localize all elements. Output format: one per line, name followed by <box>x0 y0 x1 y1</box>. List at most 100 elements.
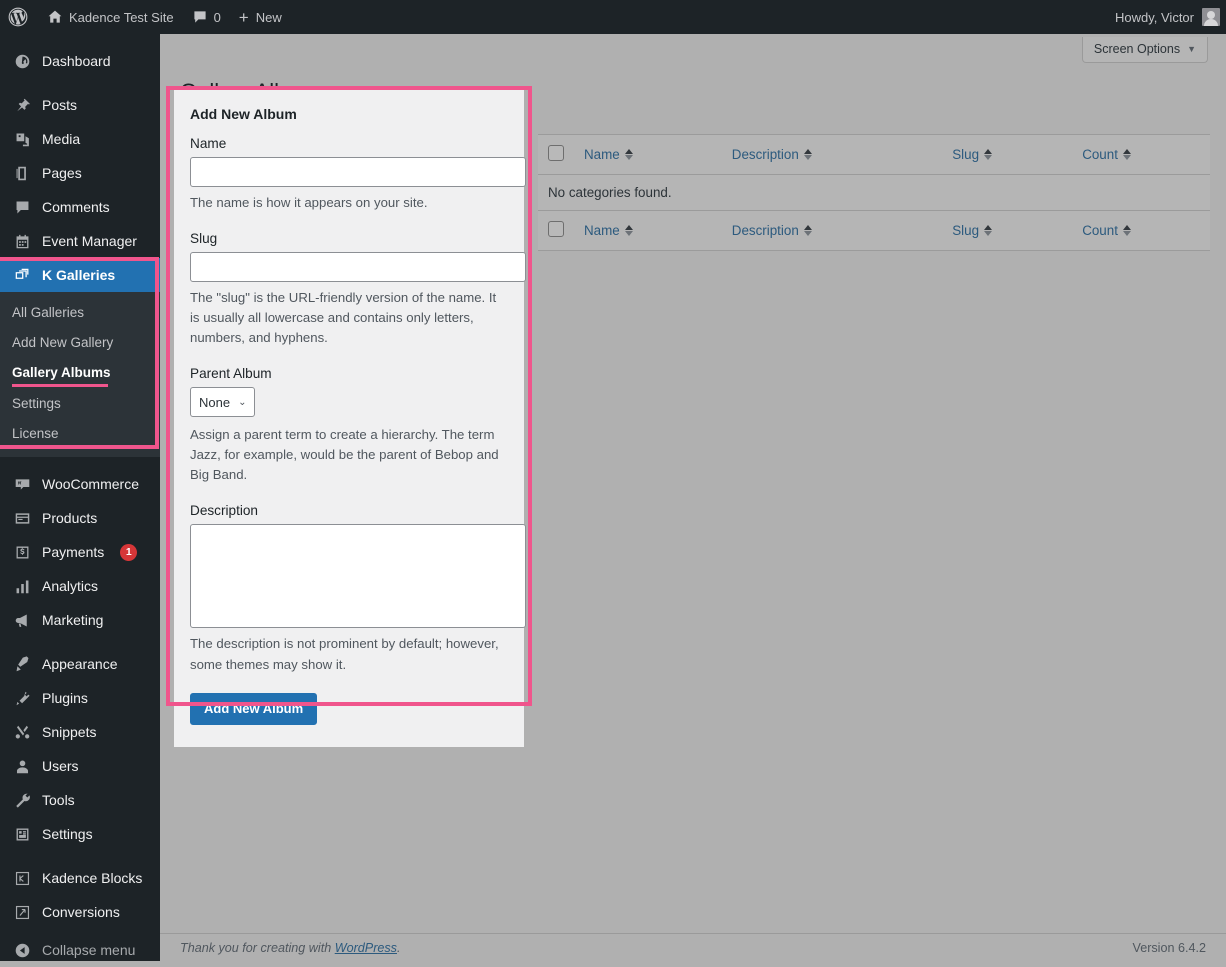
sidebar-item-kadence-blocks[interactable]: Kadence Blocks <box>0 861 160 895</box>
submenu-label: Settings <box>12 395 61 411</box>
avatar[interactable] <box>1202 8 1220 26</box>
submenu-item-add-new-gallery[interactable]: Add New Gallery <box>0 328 160 358</box>
description-textarea[interactable] <box>190 524 526 629</box>
column-footer-description[interactable]: Description <box>711 210 933 251</box>
sidebar-item-comments[interactable]: Comments <box>0 190 160 224</box>
payments-badge: 1 <box>120 543 138 561</box>
sidebar-item-marketing[interactable]: Marketing <box>0 603 160 637</box>
dashboard-icon <box>12 51 32 71</box>
sidebar-item-label: Marketing <box>42 612 104 629</box>
footer-thanks-prefix: Thank you for creating with <box>180 940 335 955</box>
column-footer-name-label[interactable]: Name <box>584 223 620 238</box>
select-all-header[interactable] <box>538 134 574 175</box>
column-footer-description-label[interactable]: Description <box>732 223 799 238</box>
menu-spacer-4 <box>0 851 160 861</box>
column-footer-slug[interactable]: Slug <box>932 210 1073 251</box>
select-all-footer[interactable] <box>538 210 574 251</box>
slug-description: The "slug" is the URL-friendly version o… <box>190 290 497 346</box>
wordpress-logo-button[interactable] <box>0 0 38 34</box>
name-input[interactable] <box>190 157 526 187</box>
sidebar-item-label: Posts <box>42 97 78 113</box>
table-footer-row: Name Description Slug Count <box>538 210 1210 251</box>
submenu-label: Gallery Albums <box>12 365 111 381</box>
howdy-user-button[interactable]: Howdy, Victor <box>1106 0 1194 34</box>
admin-sidebar: Dashboard Posts Media Pages Comments Eve… <box>0 34 160 961</box>
comments-bubble-button[interactable]: 0 <box>183 0 230 34</box>
column-header-count[interactable]: Count <box>1072 134 1210 175</box>
menu-spacer-2 <box>0 457 160 467</box>
column-header-name-label[interactable]: Name <box>584 147 620 162</box>
footer-thanks-suffix: . <box>396 940 401 955</box>
pages-icon <box>12 163 32 183</box>
column-footer-count[interactable]: Count <box>1072 210 1210 251</box>
table-row: No categories found. <box>538 174 1210 211</box>
sidebar-item-settings[interactable]: Settings <box>0 817 160 851</box>
screen-options-toggle[interactable]: Screen Options ▼ <box>1081 37 1208 63</box>
sidebar-item-payments[interactable]: Payments 1 <box>0 535 160 569</box>
site-name-label: Kadence Test Site <box>69 9 174 25</box>
sidebar-item-k-galleries[interactable]: K Galleries <box>0 258 160 292</box>
wordpress-logo-icon <box>8 7 28 27</box>
slug-label: Slug <box>190 231 218 247</box>
sidebar-item-label: WooCommerce <box>42 476 139 493</box>
albums-table-wrapper: Name Description Slug Count No categorie… <box>538 134 1210 251</box>
add-new-album-button[interactable]: Add New Album <box>190 692 318 726</box>
sidebar-item-dashboard[interactable]: Dashboard <box>0 44 160 78</box>
chevron-down-icon: ⌄ <box>238 396 247 408</box>
sidebar-item-label: Comments <box>42 199 110 215</box>
sidebar-item-media[interactable]: Media <box>0 122 160 156</box>
column-footer-slug-label[interactable]: Slug <box>952 223 979 238</box>
column-header-name[interactable]: Name <box>574 134 712 175</box>
sort-arrows-icon <box>624 225 633 236</box>
sidebar-item-label: Appearance <box>42 656 118 673</box>
sidebar-item-posts[interactable]: Posts <box>0 88 160 122</box>
scissors-icon <box>12 722 32 742</box>
sidebar-item-users[interactable]: Users <box>0 749 160 783</box>
sidebar-item-snippets[interactable]: Snippets <box>0 715 160 749</box>
sidebar-item-appearance[interactable]: Appearance <box>0 647 160 681</box>
collapse-menu-button[interactable]: Collapse menu <box>0 933 160 967</box>
table-body: No categories found. <box>538 174 1210 211</box>
checkbox[interactable] <box>548 145 564 161</box>
sort-arrows-icon <box>1122 149 1131 160</box>
column-footer-name[interactable]: Name <box>574 210 712 251</box>
column-header-description[interactable]: Description <box>711 134 933 175</box>
sidebar-item-label: Settings <box>42 826 93 843</box>
sort-arrows-icon <box>1122 225 1131 236</box>
wrench-icon <box>12 790 32 810</box>
sidebar-item-pages[interactable]: Pages <box>0 156 160 190</box>
wordpress-link[interactable]: WordPress <box>335 941 397 955</box>
submenu-item-gallery-albums[interactable]: Gallery Albums <box>0 358 160 388</box>
submenu-item-settings[interactable]: Settings <box>0 389 160 419</box>
submenu-item-all-galleries[interactable]: All Galleries <box>0 298 160 328</box>
parent-album-select[interactable]: None ⌄ <box>190 387 256 418</box>
column-header-slug[interactable]: Slug <box>932 134 1073 175</box>
site-name-button[interactable]: Kadence Test Site <box>38 0 183 34</box>
sidebar-item-products[interactable]: Payments Products <box>0 501 160 535</box>
kadence-blocks-icon <box>12 868 32 888</box>
column-header-description-label[interactable]: Description <box>732 147 799 162</box>
sidebar-item-tools[interactable]: Tools <box>0 783 160 817</box>
sidebar-item-conversions[interactable]: Conversions <box>0 895 160 929</box>
sidebar-item-analytics[interactable]: Analytics <box>0 569 160 603</box>
sidebar-item-plugins[interactable]: Plugins <box>0 681 160 715</box>
column-header-count-label[interactable]: Count <box>1082 147 1118 162</box>
sidebar-item-label: Users <box>42 758 79 775</box>
column-footer-count-label[interactable]: Count <box>1082 223 1118 238</box>
sidebar-item-label: Tools <box>42 792 75 809</box>
sidebar-item-event-manager[interactable]: Event Manager <box>0 224 160 258</box>
sidebar-item-woocommerce[interactable]: WooCommerce <box>0 467 160 501</box>
menu-spacer-3 <box>0 637 160 647</box>
checkbox[interactable] <box>548 221 564 237</box>
parent-album-label: Parent Album <box>190 366 272 382</box>
pin-icon <box>12 95 32 115</box>
submenu-item-license[interactable]: License <box>0 419 160 449</box>
description-help: The description is not prominent by defa… <box>190 636 499 672</box>
collapse-menu-label: Collapse menu <box>42 942 136 959</box>
sort-arrows-icon <box>984 149 993 160</box>
new-content-button[interactable]: + New <box>230 0 291 34</box>
comments-icon <box>12 197 32 217</box>
column-header-slug-label[interactable]: Slug <box>952 147 979 162</box>
sidebar-item-label: Plugins <box>42 690 88 707</box>
slug-input[interactable] <box>190 252 526 283</box>
